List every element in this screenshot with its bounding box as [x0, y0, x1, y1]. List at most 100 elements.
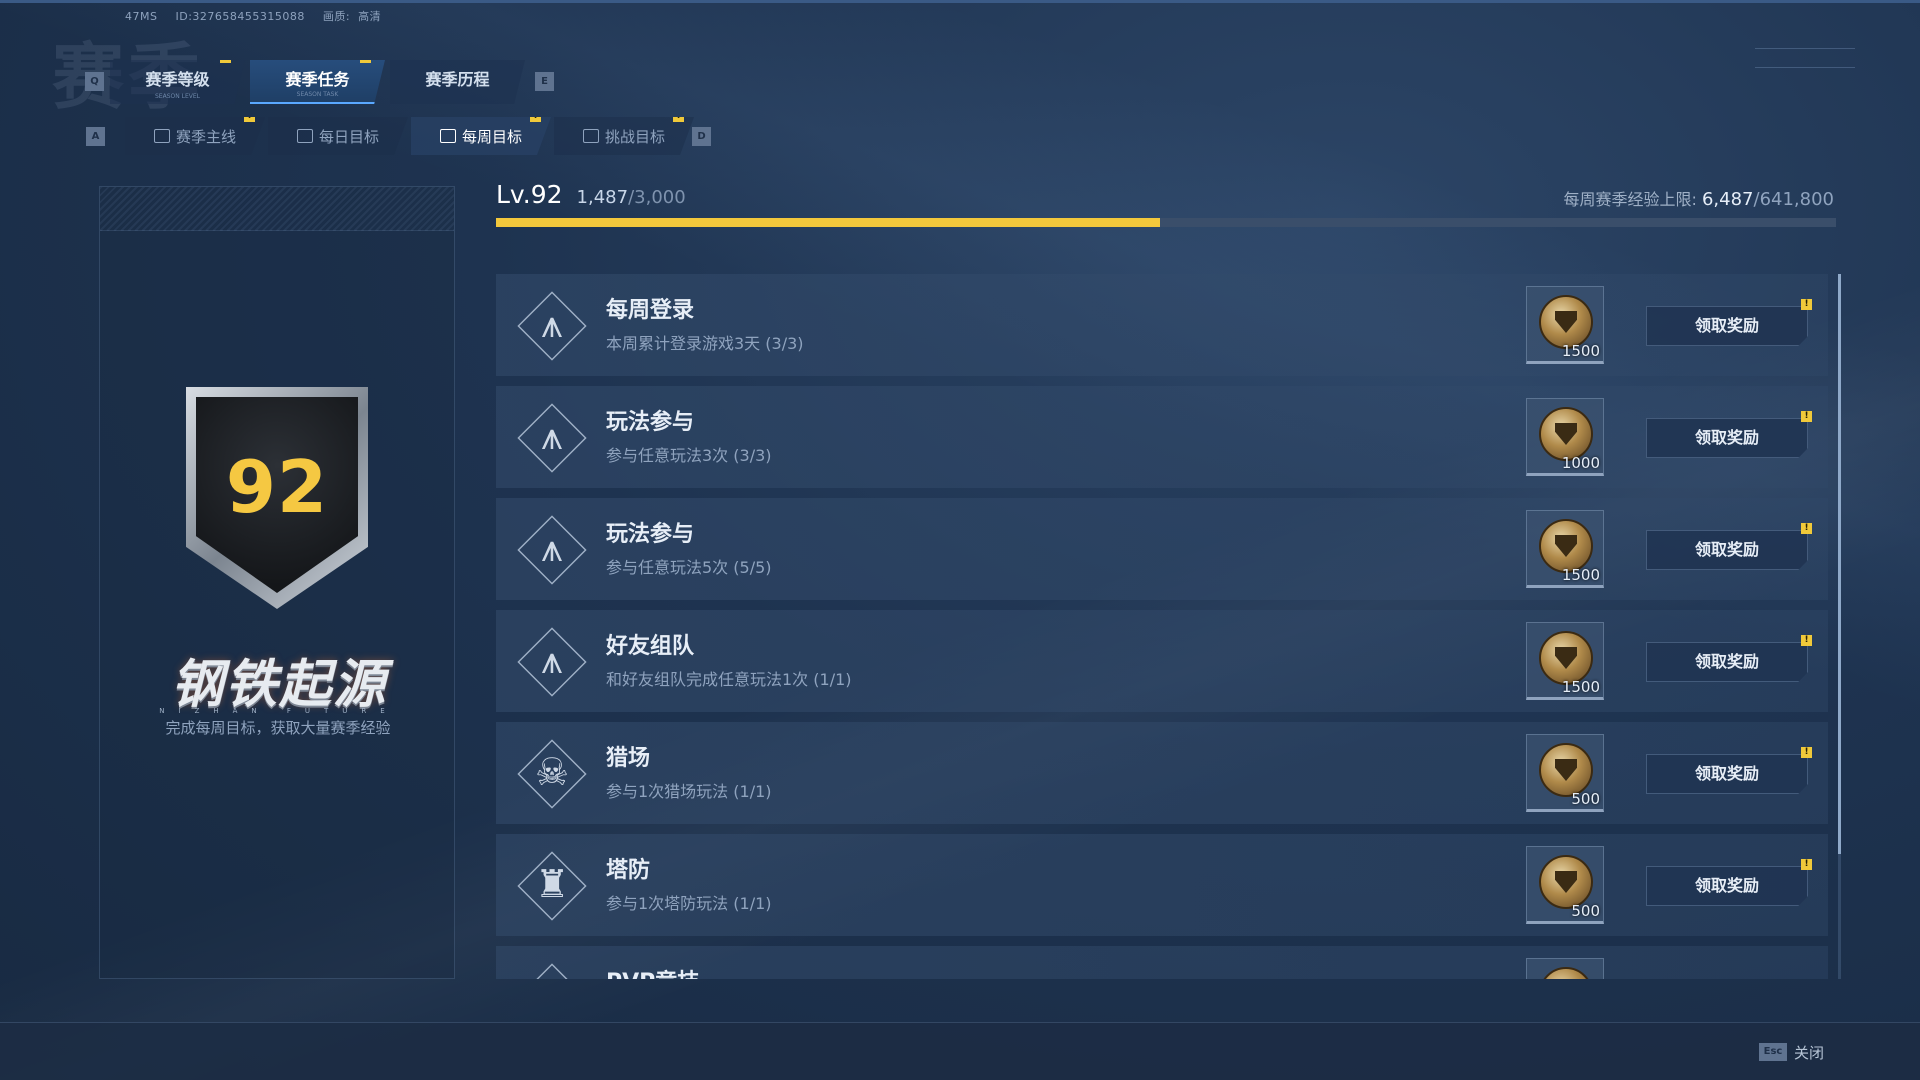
claim-reward-button[interactable]: 领取奖励 [1646, 418, 1808, 458]
alert-badge: ! [244, 117, 255, 122]
quest-description: 和好友组队完成任意玩法1次 (1/1) [606, 670, 852, 689]
quality-value: 高清 [358, 10, 382, 23]
alert-badge: ! [1801, 635, 1812, 646]
season-xp-coin-icon [1539, 967, 1593, 979]
claim-reward-button[interactable]: 领取奖励 [1646, 530, 1808, 570]
reward-amount: 1500 [1561, 678, 1600, 696]
subtab-season-mainline-label: 赛季主线 [175, 127, 236, 146]
xp-progress-bar [496, 218, 1836, 227]
quest-title: 每周登录 [606, 298, 695, 323]
subtab-weekly[interactable]: 每周目标 ! [411, 117, 551, 155]
key-hint-a[interactable]: A [86, 127, 105, 146]
level-number: 92 [225, 445, 329, 529]
calendar-7-icon [439, 129, 456, 143]
wings-emblem-icon: ⩚ [526, 970, 578, 979]
weekly-cap-current: 6,487 [1701, 189, 1754, 210]
reward-amount: 500 [1571, 902, 1600, 920]
season-xp-coin-icon [1539, 743, 1593, 797]
level-header: Lv.92 1,487/3,000 [496, 180, 686, 209]
season-xp-coin-icon [1539, 407, 1593, 461]
game-logo-sub: NIZHAN FUTURE [159, 707, 399, 715]
claim-reward-button[interactable]: 领取奖励 [1646, 306, 1808, 346]
panel-description: 完成每周目标，获取大量赛季经验 [165, 719, 391, 737]
quest-row: ⩚ 玩法参与 参与任意玩法3次 (3/3) 1000 领取奖励 ! [496, 386, 1828, 488]
corner-decoration [1755, 48, 1855, 68]
tower-emblem-icon: ♜ [534, 862, 570, 906]
wings-emblem-icon: ⩚ [541, 302, 563, 346]
quest-list[interactable]: ⩚ 每周登录 本周累计登录游戏3天 (3/3) 1500 领取奖励 ! ⩚ 玩法… [496, 274, 1828, 979]
quest-title: 好友组队 [606, 634, 695, 659]
close-button[interactable]: 关闭 [1794, 1042, 1824, 1063]
reward-item[interactable]: 1500 [1526, 286, 1604, 364]
subtab-challenge[interactable]: 挑战目标 ! [554, 117, 694, 155]
claim-reward-button[interactable]: 领取奖励 [1646, 642, 1808, 682]
subtab-daily[interactable]: 每日目标 [268, 117, 408, 155]
reward-amount: 1500 [1561, 566, 1600, 584]
alert-badge: ! [1801, 747, 1812, 758]
quest-description: 参与1次塔防玩法 (1/1) [606, 894, 772, 913]
wings-emblem-icon: ⩚ [541, 414, 563, 458]
wings-emblem-icon: ⩚ [541, 526, 563, 570]
alert-badge: ! [673, 117, 684, 122]
main-tab-bar: 赛季等级 SEASON LEVEL ! 赛季任务 SEASON TASK ! 赛… [110, 60, 530, 104]
flag-icon [582, 129, 599, 143]
xp-max: /3,000 [628, 187, 686, 208]
quest-description: 参与1次猎场玩法 (1/1) [606, 782, 772, 801]
quest-row: ⩚ PVP竞技 [496, 946, 1828, 979]
quest-row: ♜ 塔防 参与1次塔防玩法 (1/1) 500 领取奖励 ! [496, 834, 1828, 936]
tab-season-task-sub: SEASON TASK [296, 91, 339, 98]
quality-label: 画质: [322, 10, 351, 23]
claim-reward-button[interactable]: 领取奖励 [1646, 866, 1808, 906]
key-hint-d[interactable]: D [692, 127, 711, 146]
quest-description: 参与任意玩法3次 (3/3) [606, 446, 772, 465]
alert-badge: ! [1801, 523, 1812, 534]
level-label: Lv.92 [496, 180, 563, 209]
skull-emblem-icon: ☠ [534, 750, 570, 794]
quest-description: 参与任意玩法5次 (5/5) [606, 558, 772, 577]
esc-key-hint[interactable]: Esc [1759, 1043, 1787, 1061]
level-shield-inner: 92 [196, 397, 358, 593]
season-xp-coin-icon [1539, 519, 1593, 573]
key-hint-q[interactable]: Q [85, 72, 104, 91]
tab-season-history[interactable]: 赛季历程 [390, 60, 525, 104]
reward-item[interactable] [1526, 958, 1604, 979]
wings-emblem-icon: ⩚ [541, 638, 563, 682]
alert-badge: ! [360, 60, 371, 63]
reward-amount: 1000 [1561, 454, 1600, 472]
quest-title: 玩法参与 [606, 410, 695, 435]
subtab-season-mainline[interactable]: 赛季主线 ! [125, 117, 265, 155]
panel-header-hatch [100, 187, 454, 231]
tab-season-task[interactable]: 赛季任务 SEASON TASK ! [250, 60, 385, 104]
bottom-bar [0, 1022, 1920, 1080]
tree-icon [153, 129, 170, 143]
game-logo: 钢铁起源 [170, 654, 387, 715]
level-shield: 92 [186, 387, 368, 609]
reward-item[interactable]: 500 [1526, 846, 1604, 924]
quest-scrollbar[interactable] [1838, 274, 1841, 979]
tab-season-level[interactable]: 赛季等级 SEASON LEVEL ! [110, 60, 245, 104]
reward-item[interactable]: 1000 [1526, 398, 1604, 476]
subtab-daily-label: 每日目标 [318, 127, 379, 146]
tab-season-level-sub: SEASON LEVEL [154, 93, 200, 100]
reward-item[interactable]: 500 [1526, 734, 1604, 812]
reward-item[interactable]: 1500 [1526, 622, 1604, 700]
claim-reward-button[interactable]: 领取奖励 [1646, 754, 1808, 794]
xp-progress-fill [496, 218, 1161, 227]
key-hint-e[interactable]: E [535, 72, 554, 91]
left-info-panel: 92 钢铁起源 NIZHAN FUTURE 完成每周目标，获取大量赛季经验 [99, 186, 455, 979]
alert-badge: ! [220, 60, 231, 63]
quest-row: ☠ 猎场 参与1次猎场玩法 (1/1) 500 领取奖励 ! [496, 722, 1828, 824]
subtab-weekly-label: 每周目标 [461, 127, 522, 146]
season-xp-coin-icon [1539, 295, 1593, 349]
quest-description: 本周累计登录游戏3天 (3/3) [606, 334, 804, 353]
sub-tab-bar: 赛季主线 ! 每日目标 每周目标 ! 挑战目标 ! [125, 117, 697, 155]
weekly-cap-max: /641,800 [1753, 189, 1835, 210]
tab-season-history-label: 赛季历程 [425, 70, 490, 89]
weekly-cap-label: 每周赛季经验上限: [1563, 190, 1697, 209]
reward-item[interactable]: 1500 [1526, 510, 1604, 588]
quest-title: 猎场 [606, 746, 651, 771]
scrollbar-thumb[interactable] [1838, 274, 1841, 854]
tab-season-task-label: 赛季任务 [285, 70, 350, 89]
alert-badge: ! [1801, 411, 1812, 422]
subtab-challenge-label: 挑战目标 [604, 127, 665, 146]
